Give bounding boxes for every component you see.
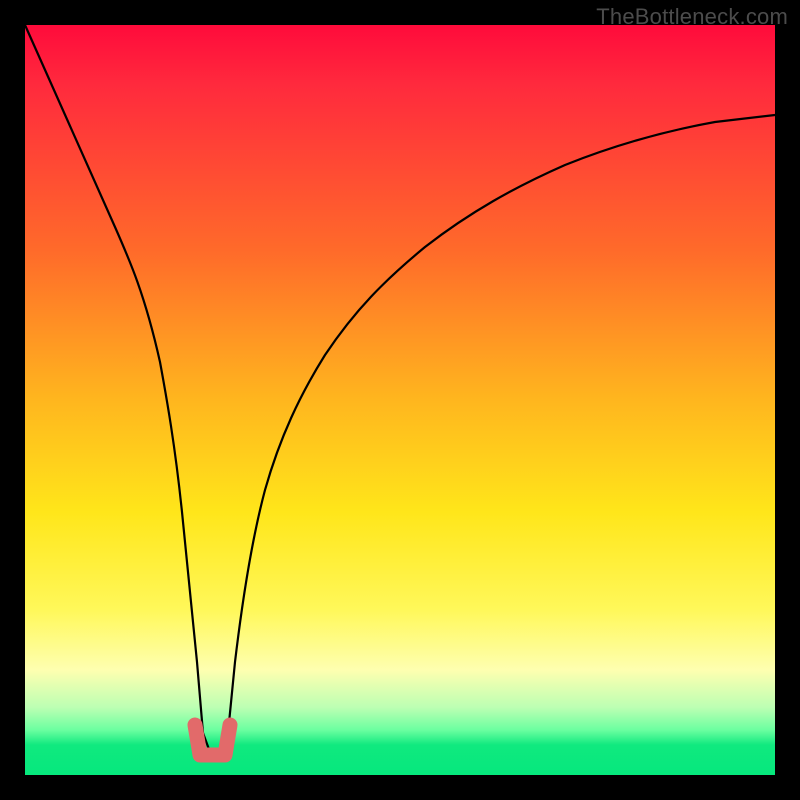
chart-svg: [25, 25, 775, 775]
chart-frame: TheBottleneck.com: [0, 0, 800, 800]
bottleneck-curve: [25, 25, 775, 752]
highlight-u: [195, 725, 230, 755]
plot-area: [25, 25, 775, 775]
